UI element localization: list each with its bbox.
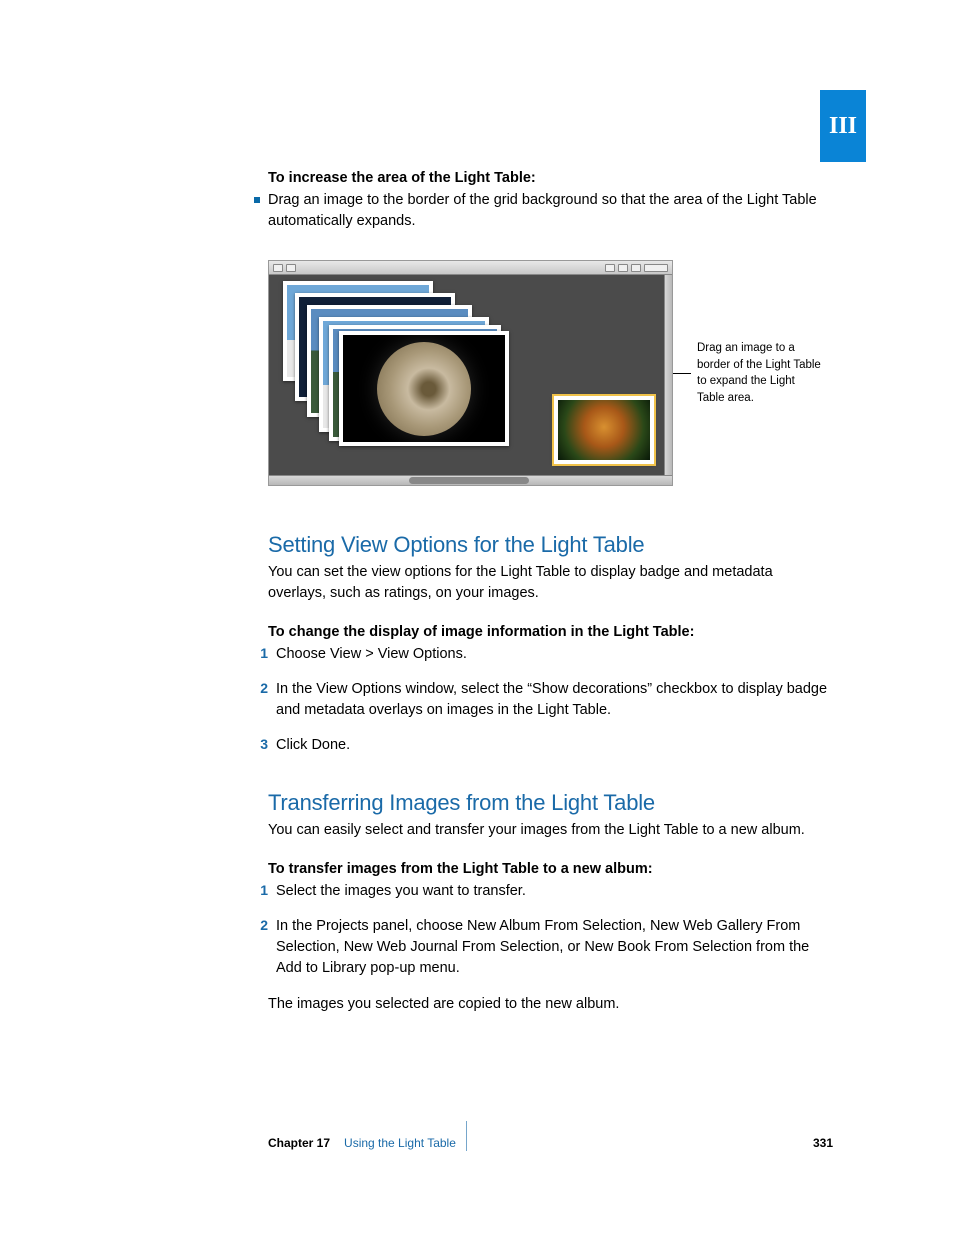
section-intro: You can set the view options for the Lig… bbox=[268, 562, 833, 604]
figure-row: Drag an image to a border of the Light T… bbox=[268, 260, 833, 486]
page-footer: Chapter 17 Using the Light Table 331 bbox=[268, 1123, 833, 1163]
increase-heading: To increase the area of the Light Table: bbox=[268, 168, 833, 188]
step-number: 2 bbox=[254, 680, 268, 696]
task-heading: To change the display of image informati… bbox=[268, 624, 833, 640]
footer-divider bbox=[466, 1121, 467, 1151]
scrollbar-horizontal bbox=[269, 475, 672, 485]
callout-text: Drag an image to a border of the Light T… bbox=[697, 340, 822, 407]
task-heading: To transfer images from the Light Table … bbox=[268, 861, 833, 877]
step-item: 1 Select the images you want to transfer. bbox=[254, 881, 833, 902]
step-text: Select the images you want to transfer. bbox=[276, 881, 526, 902]
step-text: In the Projects panel, choose New Album … bbox=[276, 916, 833, 979]
step-number: 1 bbox=[254, 882, 268, 898]
bullet-text: Drag an image to the border of the grid … bbox=[268, 190, 833, 232]
step-text: Click Done. bbox=[276, 735, 350, 756]
step-item: 1 Choose View > View Options. bbox=[254, 644, 833, 665]
section-heading: Transferring Images from the Light Table bbox=[268, 790, 833, 816]
part-tab: III bbox=[820, 90, 866, 162]
step-number: 3 bbox=[254, 736, 268, 752]
section-view-options: Setting View Options for the Light Table… bbox=[268, 532, 833, 756]
footer-page-number: 331 bbox=[813, 1136, 833, 1150]
callout-line bbox=[671, 373, 691, 374]
section-outro: The images you selected are copied to th… bbox=[268, 994, 833, 1015]
anemone-photo bbox=[554, 396, 654, 464]
step-text: In the View Options window, select the “… bbox=[276, 679, 833, 721]
light-table-screenshot bbox=[268, 260, 673, 486]
page-content: To increase the area of the Light Table:… bbox=[268, 168, 833, 1015]
section-intro: You can easily select and transfer your … bbox=[268, 820, 833, 841]
bullet-icon bbox=[254, 197, 260, 203]
footer-chapter: Chapter 17 bbox=[268, 1136, 330, 1150]
screenshot-toolbar bbox=[269, 261, 672, 275]
section-transferring: Transferring Images from the Light Table… bbox=[268, 790, 833, 1014]
bullet-item: Drag an image to the border of the grid … bbox=[254, 190, 833, 232]
step-item: 2 In the Projects panel, choose New Album… bbox=[254, 916, 833, 979]
step-number: 1 bbox=[254, 645, 268, 661]
footer-title: Using the Light Table bbox=[344, 1136, 456, 1150]
section-heading: Setting View Options for the Light Table bbox=[268, 532, 833, 558]
scrollbar-vertical bbox=[664, 275, 672, 475]
shell-photo bbox=[339, 331, 509, 446]
step-item: 3 Click Done. bbox=[254, 735, 833, 756]
step-text: Choose View > View Options. bbox=[276, 644, 467, 665]
step-number: 2 bbox=[254, 917, 268, 933]
step-item: 2 In the View Options window, select the … bbox=[254, 679, 833, 721]
